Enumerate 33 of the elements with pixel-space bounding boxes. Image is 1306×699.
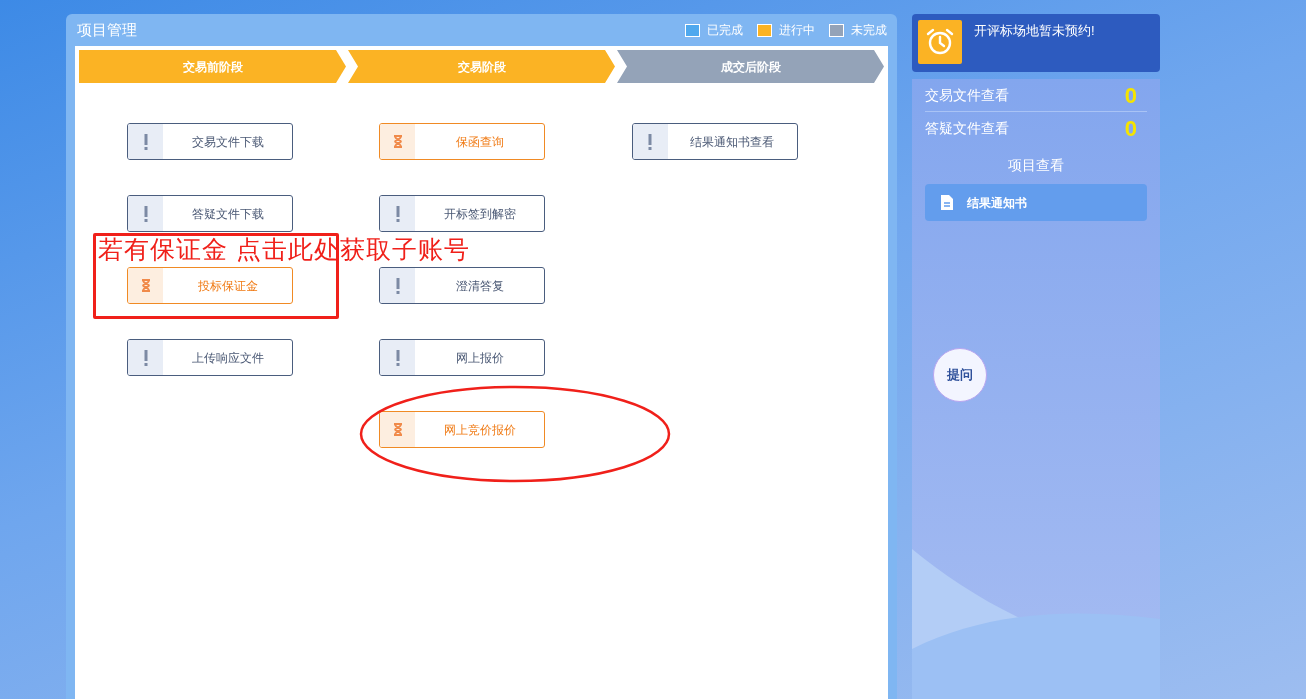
hourglass-icon — [140, 279, 151, 292]
document-icon — [941, 195, 953, 210]
exclamation-icon — [143, 133, 148, 150]
task-button[interactable]: 上传响应文件 — [127, 339, 293, 376]
count-label: 答疑文件查看 — [925, 119, 1009, 138]
legend-label: 进行中 — [779, 22, 815, 39]
ask-button[interactable]: 提问 — [933, 348, 987, 402]
exclamation-icon — [395, 205, 400, 222]
task-button[interactable]: 交易文件下载 — [127, 123, 293, 160]
task-button[interactable]: 网上报价 — [379, 339, 546, 376]
task-button[interactable]: 答疑文件下载 — [127, 195, 293, 232]
task-button[interactable]: 结果通知书查看 — [631, 123, 798, 160]
count-value: 0 — [1124, 81, 1138, 110]
hourglass-icon — [392, 135, 403, 148]
hourglass-icon — [392, 423, 403, 436]
legend-label: 已完成 — [707, 22, 743, 39]
stage-step: 交易阶段 — [348, 50, 615, 83]
alarm-clock-icon — [925, 27, 955, 57]
exclamation-icon — [143, 349, 148, 366]
task-button[interactable]: 开标签到解密 — [379, 195, 546, 232]
stage-step: 交易前阶段 — [79, 50, 346, 83]
panel-title: 项目管理 — [77, 19, 137, 40]
count-label: 交易文件查看 — [925, 85, 1009, 105]
section-title: 项目查看 — [1008, 157, 1064, 173]
legend-label: 未完成 — [851, 22, 887, 39]
count-value: 0 — [1124, 115, 1138, 143]
exclamation-icon — [395, 349, 400, 366]
exclamation-icon — [395, 277, 400, 294]
task-button[interactable]: 澄清答复 — [379, 267, 546, 304]
stage-step: 成交后阶段 — [617, 50, 884, 83]
alert-text: 开评标场地暂未预约! — [974, 22, 1095, 40]
exclamation-icon — [648, 133, 653, 150]
exclamation-icon — [143, 205, 148, 222]
